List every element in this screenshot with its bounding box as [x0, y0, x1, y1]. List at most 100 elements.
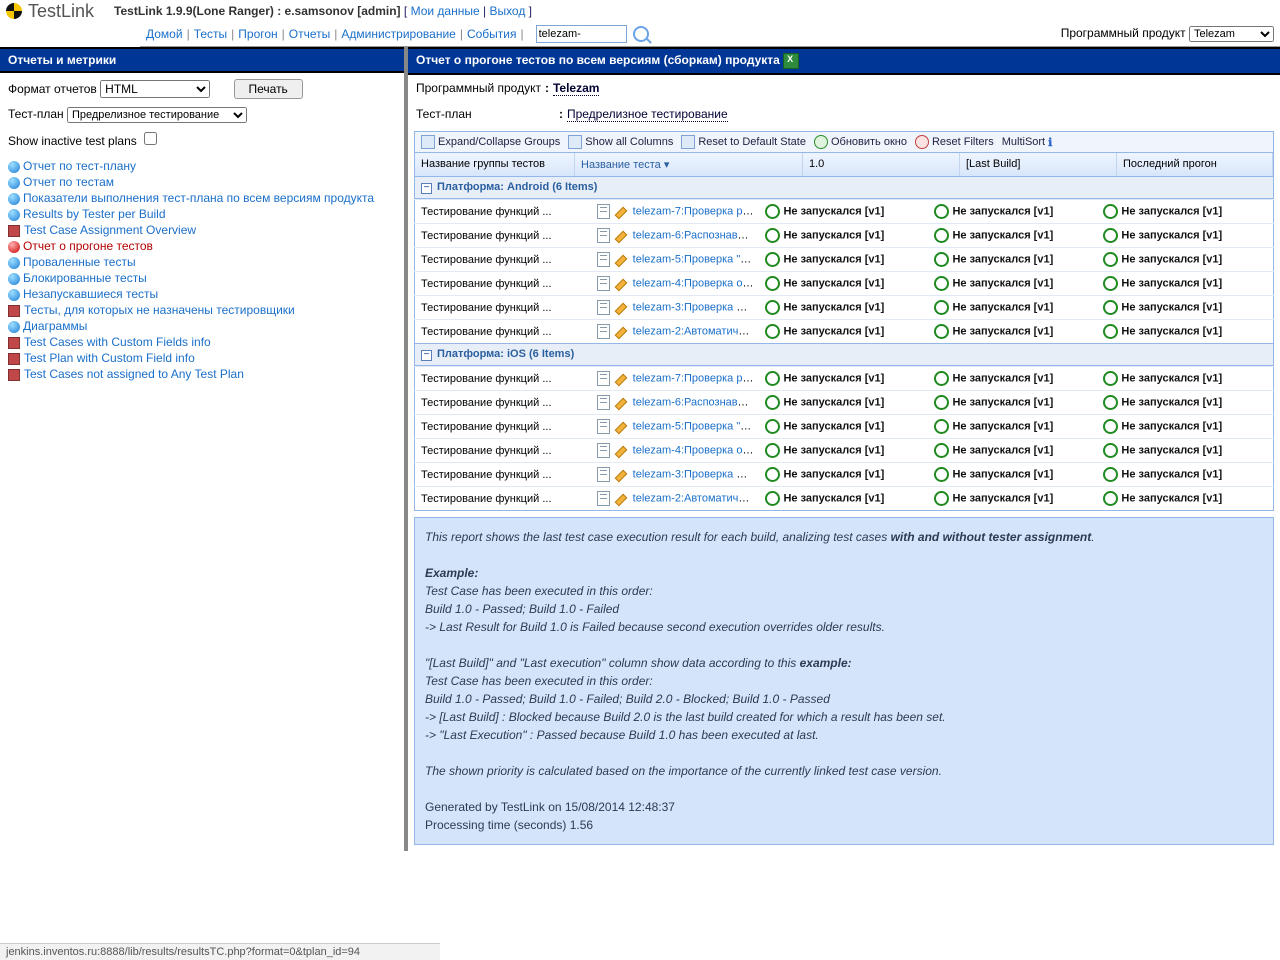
nav-События[interactable]: События — [467, 27, 517, 41]
test-link[interactable]: telezam-7:Проверка реагировани... — [633, 372, 760, 384]
test-link[interactable]: telezam-6:Распознавание каналов — [633, 396, 760, 408]
test-link[interactable]: telezam-2:Автоматическое расп... — [633, 492, 760, 504]
expand-collapse-button[interactable]: Expand/Collapse Groups — [421, 135, 560, 149]
gear-icon[interactable] — [934, 252, 949, 267]
gear-icon[interactable] — [1103, 204, 1118, 219]
report-link[interactable]: Показатели выполнения тест-плана по всем… — [23, 191, 374, 205]
gear-icon[interactable] — [934, 300, 949, 315]
test-link[interactable]: telezam-5:Проверка "Программы ... — [633, 253, 760, 265]
pencil-icon[interactable] — [615, 254, 627, 266]
report-link[interactable]: Test Case Assignment Overview — [24, 223, 196, 237]
col-last-build[interactable]: [Last Build] — [960, 153, 1117, 176]
gear-icon[interactable] — [934, 371, 949, 386]
pencil-icon[interactable] — [615, 326, 627, 338]
gear-icon[interactable] — [765, 371, 780, 386]
product-link[interactable]: Telezam — [553, 81, 599, 96]
nav-Прогон[interactable]: Прогон — [238, 27, 277, 41]
testplan-link[interactable]: Предрелизное тестирование — [567, 107, 728, 122]
pencil-icon[interactable] — [615, 493, 627, 505]
show-inactive-checkbox[interactable] — [144, 132, 157, 145]
search-icon[interactable] — [633, 26, 649, 42]
gear-icon[interactable] — [1103, 276, 1118, 291]
gear-icon[interactable] — [934, 324, 949, 339]
gear-icon[interactable] — [934, 395, 949, 410]
gear-icon[interactable] — [765, 276, 780, 291]
my-data-link[interactable]: Мои данные — [411, 4, 480, 18]
multisort-button[interactable]: MultiSort ℹ — [1002, 136, 1053, 149]
report-link[interactable]: Test Cases with Custom Fields info — [24, 335, 211, 349]
test-link[interactable]: telezam-2:Автоматическое расп... — [633, 325, 760, 337]
platform-group-header[interactable]: −Платформа: iOS (6 Items) — [414, 344, 1274, 366]
gear-icon[interactable] — [1103, 252, 1118, 267]
product-select[interactable]: Telezam — [1189, 26, 1274, 42]
test-link[interactable]: telezam-5:Проверка "Программы ... — [633, 420, 760, 432]
report-link[interactable]: Test Cases not assigned to Any Test Plan — [24, 367, 244, 381]
print-button[interactable]: Печать — [234, 79, 303, 99]
report-format-select[interactable]: HTML — [100, 80, 210, 98]
pencil-icon[interactable] — [615, 230, 627, 242]
nav-Тесты[interactable]: Тесты — [194, 27, 227, 41]
gear-icon[interactable] — [1103, 228, 1118, 243]
gear-icon[interactable] — [934, 491, 949, 506]
test-link[interactable]: telezam-7:Проверка реагировани... — [633, 205, 760, 217]
gear-icon[interactable] — [765, 204, 780, 219]
collapse-icon[interactable]: − — [421, 350, 432, 361]
gear-icon[interactable] — [765, 419, 780, 434]
test-link[interactable]: telezam-6:Распознавание каналов — [633, 229, 760, 241]
test-link[interactable]: telezam-4:Проверка обратной св... — [633, 444, 760, 456]
show-all-columns-button[interactable]: Show all Columns — [568, 135, 673, 149]
gear-icon[interactable] — [934, 443, 949, 458]
gear-icon[interactable] — [934, 276, 949, 291]
refresh-button[interactable]: Обновить окно — [814, 135, 907, 149]
pencil-icon[interactable] — [615, 445, 627, 457]
pencil-icon[interactable] — [615, 397, 627, 409]
report-link[interactable]: Отчет по тест-плану — [23, 159, 136, 173]
gear-icon[interactable] — [765, 443, 780, 458]
reset-state-button[interactable]: Reset to Default State — [681, 135, 806, 149]
test-link[interactable]: telezam-4:Проверка обратной св... — [633, 277, 760, 289]
reset-filters-button[interactable]: Reset Filters — [915, 135, 994, 149]
pencil-icon[interactable] — [615, 373, 627, 385]
gear-icon[interactable] — [1103, 300, 1118, 315]
gear-icon[interactable] — [765, 491, 780, 506]
logout-link[interactable]: Выход — [489, 4, 525, 18]
gear-icon[interactable] — [765, 252, 780, 267]
gear-icon[interactable] — [934, 419, 949, 434]
report-link[interactable]: Отчет о прогоне тестов — [23, 239, 153, 253]
gear-icon[interactable] — [1103, 395, 1118, 410]
col-suite[interactable]: Название группы тестов — [415, 153, 575, 176]
col-last-run[interactable]: Последний прогон — [1117, 153, 1273, 176]
gear-icon[interactable] — [1103, 371, 1118, 386]
pencil-icon[interactable] — [615, 469, 627, 481]
nav-Отчеты[interactable]: Отчеты — [289, 27, 330, 41]
gear-icon[interactable] — [765, 300, 780, 315]
report-link[interactable]: Test Plan with Custom Field info — [24, 351, 195, 365]
testplan-select[interactable]: Предрелизное тестирование — [67, 107, 247, 123]
gear-icon[interactable] — [934, 467, 949, 482]
excel-icon[interactable] — [783, 53, 799, 69]
test-link[interactable]: telezam-3:Проверка функции выв... — [633, 301, 760, 313]
gear-icon[interactable] — [1103, 467, 1118, 482]
report-link[interactable]: Проваленные тесты — [23, 255, 136, 269]
gear-icon[interactable] — [765, 228, 780, 243]
gear-icon[interactable] — [765, 324, 780, 339]
nav-Домой[interactable]: Домой — [146, 27, 183, 41]
gear-icon[interactable] — [765, 395, 780, 410]
platform-group-header[interactable]: −Платформа: Android (6 Items) — [414, 177, 1274, 199]
gear-icon[interactable] — [934, 228, 949, 243]
gear-icon[interactable] — [765, 467, 780, 482]
nav-Администрирование[interactable]: Администрирование — [341, 27, 455, 41]
pencil-icon[interactable] — [615, 421, 627, 433]
report-link[interactable]: Незапускавшиеся тесты — [23, 287, 158, 301]
col-build-1[interactable]: 1.0 — [803, 153, 960, 176]
collapse-icon[interactable]: − — [421, 183, 432, 194]
gear-icon[interactable] — [1103, 324, 1118, 339]
search-input[interactable] — [536, 25, 627, 43]
report-link[interactable]: Results by Tester per Build — [23, 207, 166, 221]
report-link[interactable]: Отчет по тестам — [23, 175, 114, 189]
pencil-icon[interactable] — [615, 278, 627, 290]
report-link[interactable]: Блокированные тесты — [23, 271, 147, 285]
pencil-icon[interactable] — [615, 302, 627, 314]
col-test-name[interactable]: Название теста — [575, 153, 803, 176]
test-link[interactable]: telezam-3:Проверка функции выв... — [633, 468, 760, 480]
